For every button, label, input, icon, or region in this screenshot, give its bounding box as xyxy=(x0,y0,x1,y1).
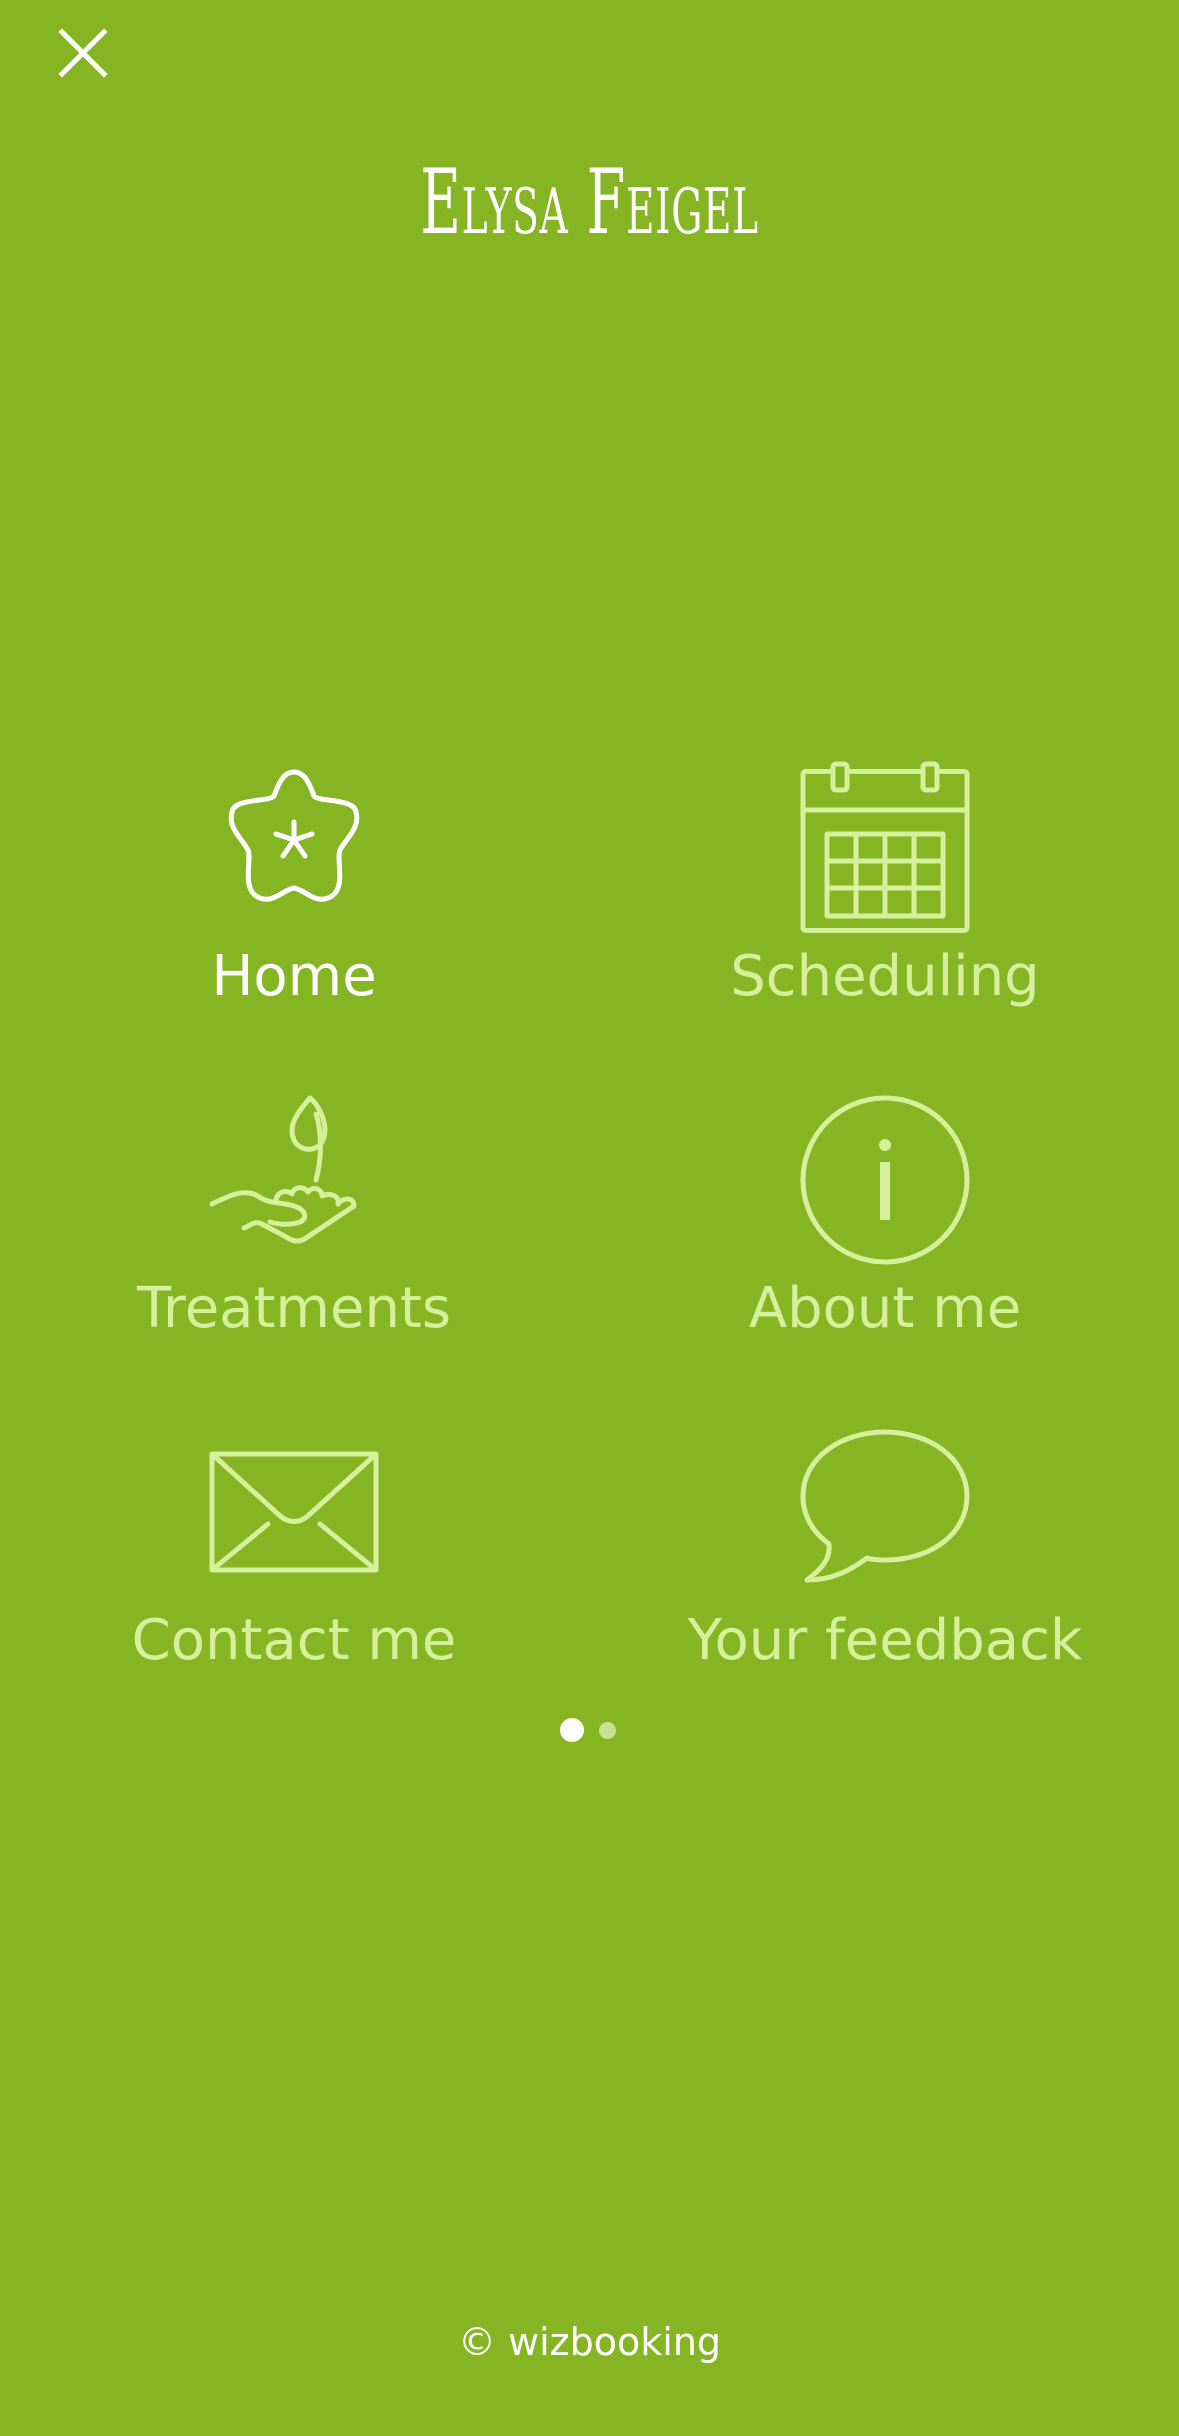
flower-icon xyxy=(228,769,360,902)
calendar-icon xyxy=(800,761,970,933)
menu-item-label: Contact me xyxy=(131,1608,457,1673)
menu-item-contact-me[interactable]: Contact me xyxy=(14,1424,574,1724)
hand-sprout-icon xyxy=(209,1095,357,1244)
menu-item-home[interactable]: Home xyxy=(14,760,574,1060)
footer-credit: © wizbooking xyxy=(457,2320,722,2364)
menu-item-treatments[interactable]: Treatments xyxy=(14,1092,574,1392)
menu-item-your-feedback[interactable]: Your feedback xyxy=(605,1424,1165,1724)
menu-item-label: About me xyxy=(748,1276,1022,1341)
envelope-icon xyxy=(209,1451,379,1573)
menu-item-about-me[interactable]: About me xyxy=(605,1092,1165,1392)
page-dot-active[interactable] xyxy=(560,1718,584,1742)
main-menu: Home Scheduling Treatments About me Cont… xyxy=(0,0,1179,2436)
page-dot[interactable] xyxy=(599,1722,616,1739)
info-icon xyxy=(800,1095,970,1265)
menu-item-label: Treatments xyxy=(136,1276,452,1341)
menu-item-scheduling[interactable]: Scheduling xyxy=(605,760,1165,1060)
menu-item-label: Scheduling xyxy=(730,944,1040,1009)
page-indicator xyxy=(560,1718,620,1744)
speech-bubble-icon xyxy=(800,1429,970,1583)
menu-item-label: Your feedback xyxy=(687,1608,1083,1673)
menu-item-label: Home xyxy=(211,944,377,1009)
